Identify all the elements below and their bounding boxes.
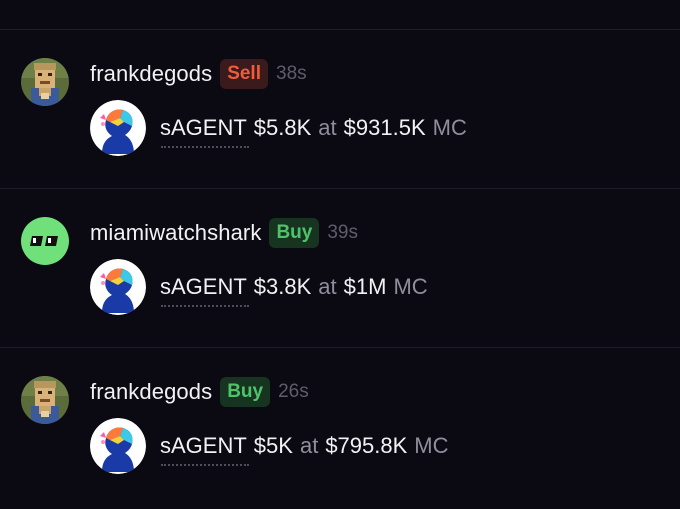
token-logo[interactable]: [90, 100, 146, 156]
pixel-portrait-icon: [21, 376, 69, 424]
green-eyes-icon: [21, 217, 69, 265]
trade-header: frankdegods Sell 38s: [90, 58, 307, 90]
ticker-dotted-underline: [161, 305, 249, 307]
agent-head-icon: [90, 100, 146, 156]
token-logo[interactable]: [90, 259, 146, 315]
token-ticker-link[interactable]: sAGENT: [160, 274, 249, 307]
trade-header: miamiwatchshark Buy 39s: [90, 217, 358, 249]
username[interactable]: frankdegods: [90, 61, 212, 87]
token-logo[interactable]: [90, 418, 146, 474]
market-cap-value: $795.8K: [325, 433, 408, 458]
trade-details: sAGENT $5K at $795.8K MC: [160, 433, 449, 466]
token-ticker: sAGENT: [160, 274, 247, 299]
trade-header: frankdegods Buy 26s: [90, 376, 309, 408]
trade-feed: frankdegods Sell 38s sAGENT $5.8K at $93…: [0, 0, 680, 509]
trade-item[interactable]: frankdegods Sell 38s sAGENT $5.8K at $93…: [0, 30, 680, 188]
market-cap-value: $931.5K: [343, 115, 426, 140]
username[interactable]: frankdegods: [90, 379, 212, 405]
trade-amount: $3.8K: [253, 274, 312, 299]
sell-badge: Sell: [220, 59, 268, 89]
token-ticker-link[interactable]: sAGENT: [160, 115, 249, 148]
pixel-portrait-icon: [21, 58, 69, 106]
at-label: at: [318, 115, 337, 140]
trade-amount: $5.8K: [253, 115, 312, 140]
buy-badge: Buy: [220, 377, 271, 407]
trade-item[interactable]: miamiwatchshark Buy 39s sAGENT $3.8K at …: [0, 189, 680, 347]
username[interactable]: miamiwatchshark: [90, 220, 261, 246]
market-cap-label: MC: [432, 115, 467, 140]
market-cap-label: MC: [393, 274, 428, 299]
agent-head-icon: [90, 259, 146, 315]
trade-amount: $5K: [253, 433, 293, 458]
ticker-dotted-underline: [161, 146, 249, 148]
trade-details: sAGENT $5.8K at $931.5K MC: [160, 115, 467, 148]
user-avatar-frankdegods[interactable]: [21, 376, 69, 424]
at-label: at: [318, 274, 337, 299]
token-ticker: sAGENT: [160, 115, 247, 140]
trade-item[interactable]: frankdegods Buy 26s sAGENT $5K at $795.8…: [0, 348, 680, 506]
agent-head-icon: [90, 418, 146, 474]
market-cap-value: $1M: [343, 274, 387, 299]
token-ticker-link[interactable]: sAGENT: [160, 433, 249, 466]
trade-age: 39s: [327, 222, 358, 243]
trade-details: sAGENT $3.8K at $1M MC: [160, 274, 428, 307]
ticker-dotted-underline: [161, 464, 249, 466]
market-cap-label: MC: [414, 433, 449, 458]
buy-badge: Buy: [269, 218, 320, 248]
trade-age: 26s: [278, 381, 309, 402]
token-ticker: sAGENT: [160, 433, 247, 458]
trade-age: 38s: [276, 63, 307, 84]
at-label: at: [299, 433, 319, 458]
user-avatar-frankdegods[interactable]: [21, 58, 69, 106]
user-avatar-miamiwatchshark[interactable]: [21, 217, 69, 265]
